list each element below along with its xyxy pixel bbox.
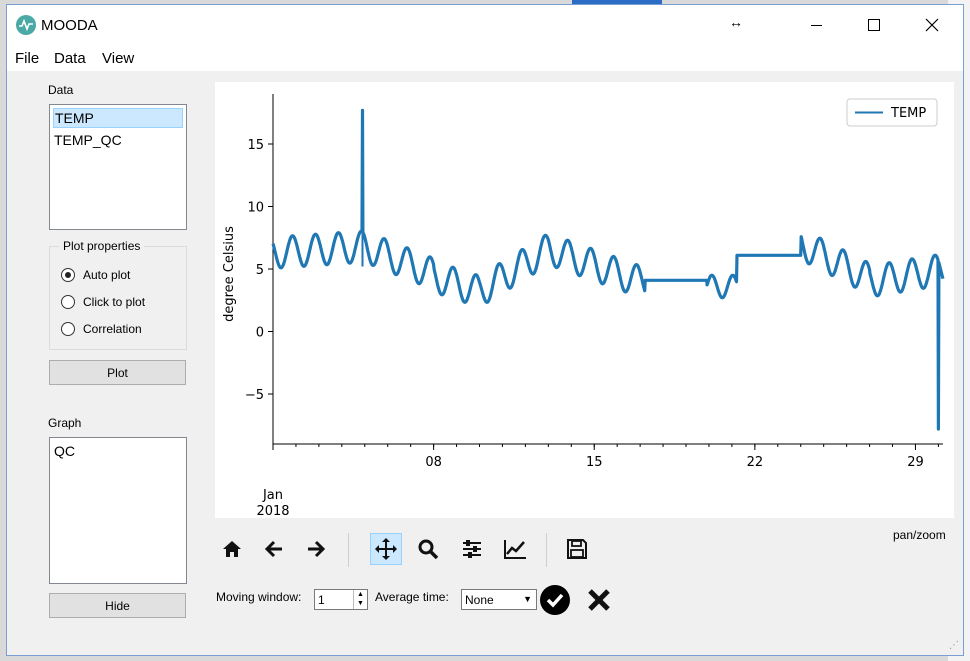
- radio-correlation-label: Correlation: [83, 322, 142, 336]
- resize-cursor-icon: ↔: [729, 14, 743, 30]
- radio-click-to-plot-indicator[interactable]: [61, 295, 75, 309]
- toolbar-mode-label: pan/zoom: [893, 528, 946, 542]
- graph-section-label: Graph: [48, 416, 82, 430]
- window-title: MOODA: [41, 17, 98, 34]
- home-button[interactable]: [216, 533, 248, 565]
- moving-window-value[interactable]: 1: [318, 593, 325, 607]
- forward-arrow-icon: [308, 540, 326, 558]
- plot-properties-label: Plot properties: [59, 239, 145, 253]
- graph-list-item-qc[interactable]: QC: [53, 442, 76, 460]
- x-tick-label: 15: [586, 455, 603, 470]
- moving-window-spinbox[interactable]: 1 ▲ ▼: [314, 589, 368, 610]
- radio-auto-plot[interactable]: Auto plot: [61, 268, 130, 282]
- radio-correlation-indicator[interactable]: [61, 322, 75, 336]
- close-icon: [925, 18, 939, 32]
- clear-button[interactable]: [585, 586, 613, 614]
- y-tick-label: 0: [256, 326, 264, 341]
- main-window: MOODA ↔ File Data View Data TEMP TEMP_QC…: [6, 4, 964, 656]
- menu-bar: File Data View: [7, 45, 963, 71]
- graph-list[interactable]: QC: [49, 437, 187, 584]
- average-time-value: None: [465, 593, 494, 607]
- x-tick-label: 08: [425, 455, 442, 470]
- average-time-select[interactable]: None ▼: [461, 589, 537, 610]
- radio-click-to-plot[interactable]: Click to plot: [61, 295, 145, 309]
- radio-click-to-plot-label: Click to plot: [83, 295, 146, 309]
- legend-label-temp: TEMP: [890, 106, 926, 121]
- plot-button[interactable]: Plot: [49, 360, 186, 385]
- radio-auto-plot-indicator[interactable]: [61, 268, 75, 282]
- apply-button[interactable]: [540, 585, 570, 615]
- moving-window-label: Moving window:: [216, 590, 302, 604]
- series-line-temp: [271, 108, 945, 431]
- subplots-button[interactable]: [456, 533, 488, 565]
- back-arrow-icon: [264, 540, 282, 558]
- x-tick-label: 29: [907, 455, 924, 470]
- spin-up-icon[interactable]: ▲: [354, 590, 367, 599]
- close-button[interactable]: [903, 5, 961, 45]
- temperature-chart: 15 10 5 0 −5 08 15 22 29 Jan2018 degree Celsius TEM…: [222, 94, 945, 519]
- edit-axes-icon: [504, 540, 526, 559]
- zoom-button[interactable]: [412, 533, 444, 565]
- data-list-item-temp-qc[interactable]: TEMP_QC: [53, 131, 123, 149]
- resize-grip-icon[interactable]: ⋰: [949, 640, 959, 651]
- toolbar-separator: [348, 533, 349, 567]
- y-tick-label: −5: [245, 388, 264, 403]
- radio-auto-plot-label: Auto plot: [83, 268, 131, 282]
- y-axis-label: degree Celsius: [222, 226, 237, 322]
- toolbar-separator: [546, 533, 547, 567]
- title-bar[interactable]: MOODA ↔: [7, 5, 963, 45]
- x-sublabel-month: Jan: [262, 488, 283, 503]
- chevron-down-icon: ▼: [523, 594, 532, 604]
- pan-icon: [375, 538, 397, 560]
- home-icon: [223, 541, 241, 557]
- spinbox-arrows[interactable]: ▲ ▼: [353, 590, 367, 609]
- back-button[interactable]: [258, 533, 290, 565]
- checkmark-icon: [546, 593, 564, 608]
- close-x-icon: [588, 589, 610, 611]
- y-tick-label: 10: [247, 201, 264, 216]
- subplots-icon: [463, 540, 481, 558]
- y-tick-label: 5: [256, 263, 264, 278]
- save-button[interactable]: [561, 533, 593, 565]
- pan-button[interactable]: [370, 533, 402, 565]
- zoom-icon: [418, 539, 439, 560]
- data-list[interactable]: TEMP TEMP_QC: [49, 104, 187, 230]
- spin-down-icon[interactable]: ▼: [354, 599, 367, 608]
- data-list-item-temp[interactable]: TEMP: [53, 108, 183, 128]
- edit-axes-button[interactable]: [499, 533, 531, 565]
- x-tick-label: 22: [747, 455, 764, 470]
- save-icon: [567, 539, 587, 559]
- data-section-label: Data: [48, 83, 74, 97]
- maximize-icon: [868, 19, 880, 31]
- average-time-label: Average time:: [375, 590, 449, 604]
- forward-button[interactable]: [300, 533, 332, 565]
- menu-data[interactable]: Data: [54, 50, 86, 67]
- minimize-icon: [810, 24, 822, 26]
- minimize-button[interactable]: [787, 5, 845, 45]
- x-sublabel-year: 2018: [256, 504, 289, 518]
- menu-view[interactable]: View: [102, 50, 134, 67]
- app-logo-icon: [16, 15, 36, 35]
- hide-button[interactable]: Hide: [49, 593, 186, 618]
- plot-canvas[interactable]: 15 10 5 0 −5 08 15 22 29 Jan 2018 degree Celsius TEM…: [215, 82, 954, 519]
- menu-file[interactable]: File: [15, 50, 39, 67]
- radio-correlation[interactable]: Correlation: [61, 322, 142, 336]
- maximize-button[interactable]: [845, 5, 903, 45]
- y-tick-label: 15: [247, 138, 264, 153]
